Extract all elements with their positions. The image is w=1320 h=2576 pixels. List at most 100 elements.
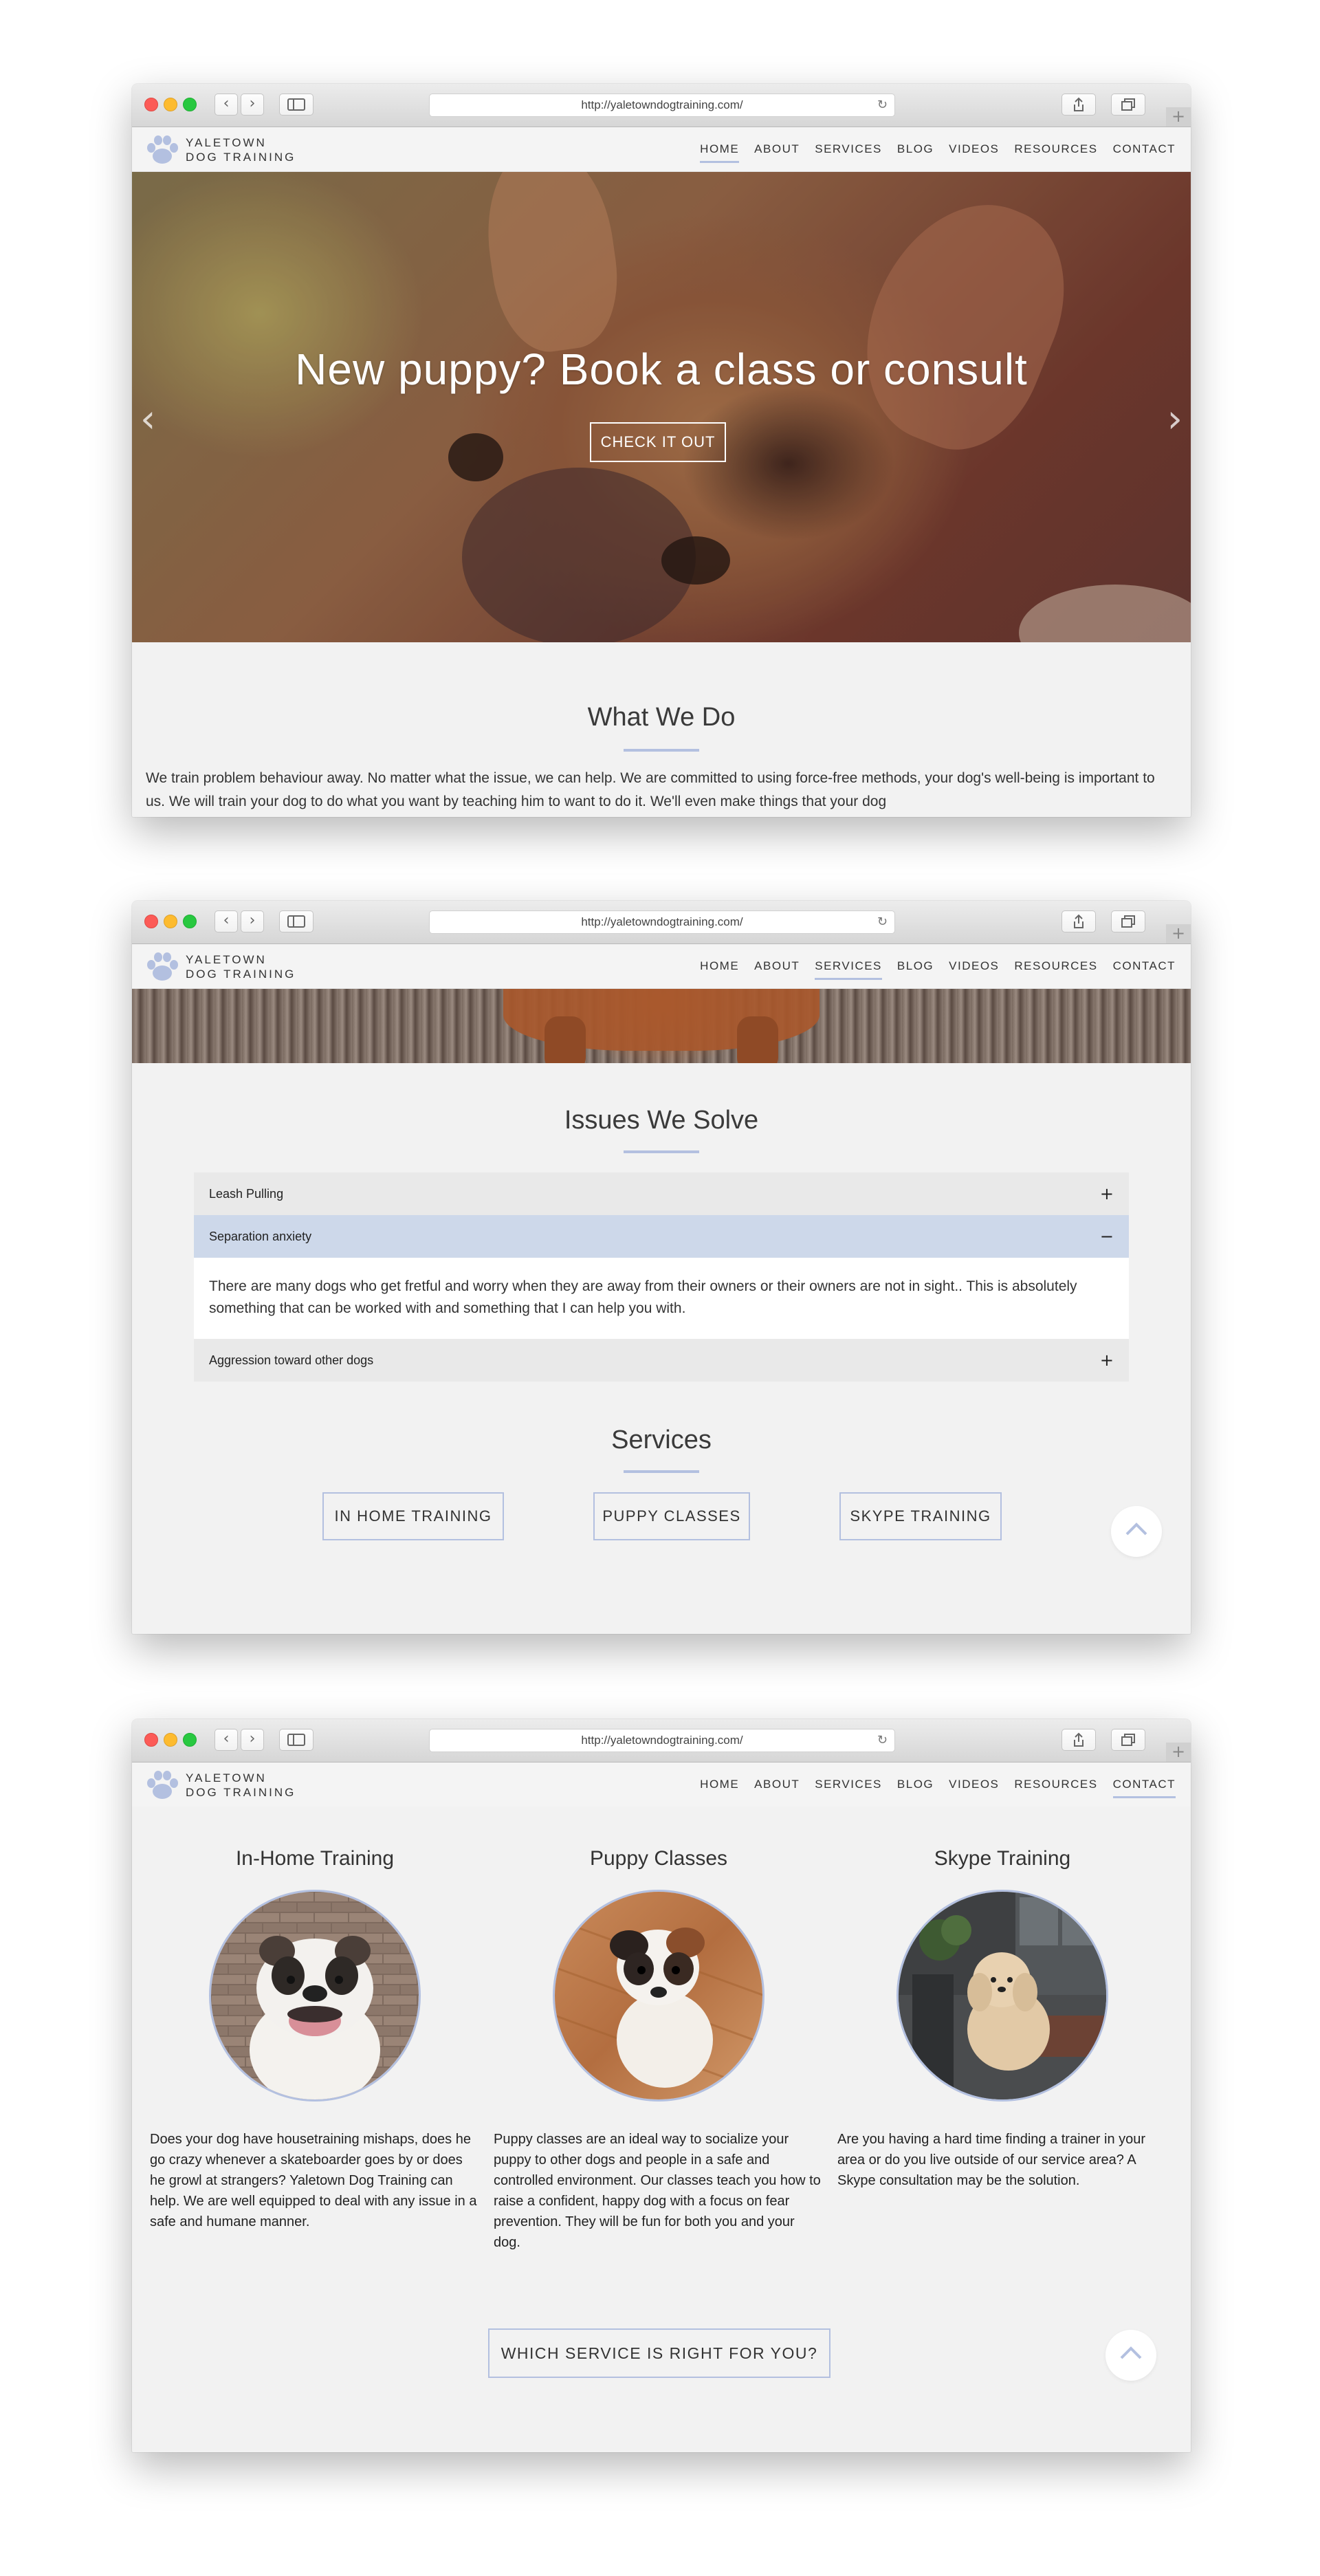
bulldog-photo (209, 1890, 421, 2102)
puppy-photo (553, 1890, 764, 2102)
nav-services[interactable]: SERVICES (815, 959, 882, 980)
logo-line2: DOG TRAINING (186, 1786, 296, 1799)
main-nav: HOME ABOUT SERVICES BLOG VIDEOS RESOURCE… (685, 959, 1176, 980)
reload-icon[interactable]: ↻ (877, 911, 888, 933)
nav-about[interactable]: ABOUT (754, 959, 800, 973)
chevron-left-icon[interactable]: ‹ (214, 94, 238, 116)
service-col-puppy: Puppy Classes Puppy classes are an ideal… (494, 1847, 824, 2253)
nav-resources[interactable]: RESOURCES (1014, 1778, 1097, 1791)
share-icon[interactable] (1062, 910, 1096, 932)
service-title: Puppy Classes (589, 1847, 728, 1870)
which-service-button[interactable]: WHICH SERVICE IS RIGHT FOR YOU? (488, 2328, 830, 2378)
url-text: http://yaletowndogtraining.com/ (581, 1734, 743, 1747)
nav-about[interactable]: ABOUT (754, 1778, 800, 1791)
slider-next-icon[interactable]: › (1167, 399, 1182, 440)
chevron-right-icon[interactable]: › (241, 94, 264, 116)
service-text: Does your dog have housetraining mishaps… (150, 2132, 477, 2229)
check-it-out-button[interactable]: CHECK IT OUT (590, 422, 726, 462)
close-window-button[interactable] (144, 915, 158, 928)
plus-icon: + (1099, 1351, 1114, 1370)
new-tab-icon[interactable]: + (1166, 107, 1191, 127)
address-bar[interactable]: http://yaletowndogtraining.com/ ↻ (429, 1729, 895, 1752)
reload-icon[interactable]: ↻ (877, 1729, 888, 1751)
nav-blog[interactable]: BLOG (897, 1778, 934, 1791)
nav-services[interactable]: SERVICES (815, 142, 882, 156)
share-icon[interactable] (1062, 1729, 1096, 1751)
logo-line1: YALETOWN (186, 953, 267, 966)
share-icon[interactable] (1062, 94, 1096, 116)
accordion-item-separation-anxiety[interactable]: Separation anxiety − (194, 1215, 1129, 1258)
maximize-window-button[interactable] (183, 915, 197, 928)
nav-videos[interactable]: VIDEOS (949, 1778, 999, 1791)
sidebar-icon[interactable] (279, 1729, 314, 1751)
close-window-button[interactable] (144, 1733, 158, 1747)
nav-home[interactable]: HOME (700, 1778, 739, 1791)
browser-window-contact: ‹ › http://yaletowndogtraining.com/ ↻ + (132, 1719, 1191, 2452)
nav-videos[interactable]: VIDEOS (949, 142, 999, 156)
accordion-item-aggression[interactable]: Aggression toward other dogs + (194, 1339, 1129, 1382)
reload-icon[interactable]: ↻ (877, 94, 888, 116)
service-text: Are you having a hard time finding a tra… (837, 2132, 1146, 2188)
maximize-window-button[interactable] (183, 1733, 197, 1747)
nav-home[interactable]: HOME (700, 142, 740, 163)
address-bar[interactable]: http://yaletowndogtraining.com/ ↻ (429, 910, 895, 934)
puppy-classes-button[interactable]: PUPPY CLASSES (593, 1492, 750, 1540)
tabs-icon[interactable] (1111, 910, 1145, 932)
service-columns: In-Home Training Does your dog have hous… (132, 1847, 1191, 2328)
nav-contact[interactable]: CONTACT (1113, 959, 1176, 973)
scroll-to-top-button[interactable] (1106, 2330, 1156, 2381)
new-tab-icon[interactable]: + (1166, 1743, 1191, 1762)
in-home-training-button[interactable]: IN HOME TRAINING (322, 1492, 504, 1540)
nav-blog[interactable]: BLOG (897, 142, 934, 156)
chevron-left-icon[interactable]: ‹ (214, 1729, 238, 1751)
tabs-icon[interactable] (1111, 1729, 1145, 1751)
address-bar[interactable]: http://yaletowndogtraining.com/ ↻ (429, 94, 895, 117)
url-text: http://yaletowndogtraining.com/ (581, 98, 743, 111)
slider-prev-icon[interactable]: ‹ (140, 399, 155, 440)
scroll-to-top-button[interactable] (1111, 1506, 1162, 1557)
site-header: YALETOWN DOG TRAINING HOME ABOUT SERVICE… (132, 127, 1191, 172)
accordion-item-leash-pulling[interactable]: Leash Pulling + (194, 1172, 1129, 1215)
poodle-photo (896, 1890, 1108, 2102)
skype-training-button[interactable]: SKYPE TRAINING (839, 1492, 1002, 1540)
nav-resources[interactable]: RESOURCES (1014, 959, 1097, 973)
paw-icon (147, 1771, 178, 1799)
service-col-in-home: In-Home Training Does your dog have hous… (150, 1847, 480, 2232)
services-section: Services IN HOME TRAINING PUPPY CLASSES … (132, 1382, 1191, 1556)
new-tab-icon[interactable]: + (1166, 924, 1191, 943)
browser-toolbar: ‹ › http://yaletowndogtraining.com/ ↻ + (132, 84, 1191, 127)
sidebar-icon[interactable] (279, 910, 314, 932)
minimize-window-button[interactable] (164, 915, 177, 928)
nav-home[interactable]: HOME (700, 959, 739, 973)
sidebar-icon[interactable] (279, 94, 314, 116)
nav-resources[interactable]: RESOURCES (1014, 142, 1097, 156)
logo-line1: YALETOWN (186, 1771, 267, 1784)
minimize-window-button[interactable] (164, 98, 177, 111)
browser-toolbar: ‹ › http://yaletowndogtraining.com/ ↻ + (132, 901, 1191, 944)
paw-icon (147, 952, 178, 981)
issues-title: Issues We Solve (564, 1106, 759, 1135)
nav-about[interactable]: ABOUT (754, 142, 800, 156)
nav-videos[interactable]: VIDEOS (949, 959, 999, 973)
maximize-window-button[interactable] (183, 98, 197, 111)
issues-accordion: Leash Pulling + Separation anxiety − The… (194, 1172, 1129, 1382)
service-title: In-Home Training (235, 1847, 395, 1870)
chevron-right-icon[interactable]: › (241, 1729, 264, 1751)
tabs-icon[interactable] (1111, 94, 1145, 116)
nav-contact[interactable]: CONTACT (1112, 1778, 1176, 1798)
close-window-button[interactable] (144, 98, 158, 111)
service-col-skype: Skype Training Are you having a hard tim… (837, 1847, 1167, 2191)
chevron-right-icon[interactable]: › (241, 910, 264, 932)
browser-window-services: ‹ › http://yaletowndogtraining.com/ ↻ + (132, 901, 1191, 1634)
nav-services[interactable]: SERVICES (815, 1778, 882, 1791)
minimize-window-button[interactable] (164, 1733, 177, 1747)
chevron-left-icon[interactable]: ‹ (214, 910, 238, 932)
site-logo[interactable]: YALETOWN DOG TRAINING (144, 1769, 296, 1801)
nav-blog[interactable]: BLOG (897, 959, 934, 973)
browser-toolbar: ‹ › http://yaletowndogtraining.com/ ↻ + (132, 1719, 1191, 1762)
service-text: Puppy classes are an ideal way to social… (494, 2132, 821, 2250)
site-logo[interactable]: YALETOWN DOG TRAINING (144, 134, 296, 166)
what-we-do-title: What We Do (587, 703, 736, 732)
site-logo[interactable]: YALETOWN DOG TRAINING (144, 951, 296, 983)
nav-contact[interactable]: CONTACT (1113, 142, 1176, 156)
